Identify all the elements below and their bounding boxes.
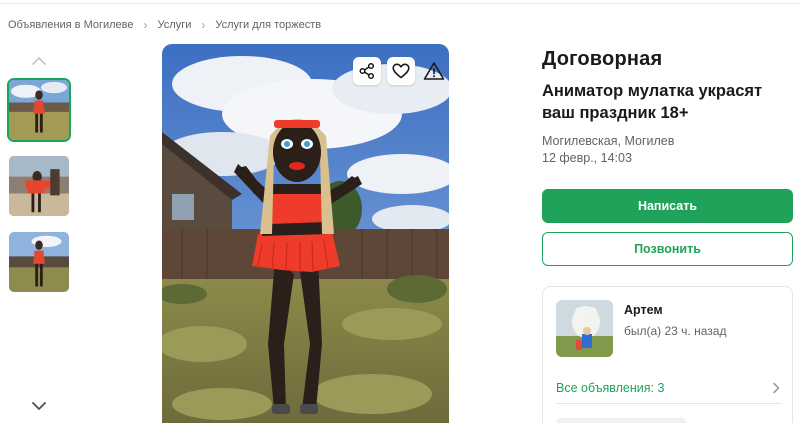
top-divider — [0, 0, 800, 4]
report-button[interactable] — [419, 57, 449, 85]
main-photo[interactable] — [162, 44, 449, 423]
thumbnail-1[interactable] — [7, 78, 71, 142]
share-icon — [359, 62, 375, 80]
favorite-button[interactable] — [387, 57, 415, 85]
write-message-button[interactable]: Написать — [542, 189, 793, 223]
all-ads-link[interactable]: Все объявления: 3 — [556, 372, 781, 404]
call-button[interactable]: Позвонить — [542, 232, 793, 266]
chevron-down-icon[interactable] — [28, 395, 50, 417]
placeholder-bar — [556, 418, 686, 423]
breadcrumb-item-event-services[interactable]: Услуги для торжеств — [215, 19, 321, 31]
seller-last-seen: был(а) 23 ч. назад — [624, 324, 727, 338]
share-button[interactable] — [353, 57, 381, 85]
photo-actions — [353, 57, 449, 85]
breadcrumb-item-services[interactable]: Услуги — [158, 19, 192, 31]
listing-date: 12 февр., 14:03 — [542, 151, 632, 165]
listing-title: Аниматор мулатка украсят ваш праздник 18… — [542, 82, 763, 122]
all-ads-label: Все объявления: 3 — [556, 380, 665, 395]
breadcrumb-item-ads-mogilev[interactable]: Объявления в Могилеве — [8, 19, 134, 31]
listing-price: Договорная — [542, 48, 663, 70]
breadcrumb: Объявления в Могилеве › Услуги › Услуги … — [8, 17, 321, 33]
breadcrumb-separator: › — [143, 18, 148, 32]
chevron-right-icon — [773, 382, 780, 393]
seller-card: Артем был(а) 23 ч. назад Все объявления:… — [542, 286, 793, 423]
listing-info: Договорная Аниматор мулатка украсят ваш … — [542, 46, 794, 167]
listing-location: Могилевская, Могилев — [542, 134, 675, 148]
listing-photo — [162, 44, 449, 423]
chevron-up-icon[interactable] — [28, 50, 50, 72]
breadcrumb-separator: › — [201, 18, 206, 32]
heart-icon — [392, 63, 410, 79]
thumbnail-3[interactable] — [7, 230, 71, 294]
seller-name[interactable]: Артем — [624, 303, 663, 317]
avatar[interactable] — [556, 300, 613, 357]
thumbnail-strip — [6, 48, 72, 423]
warning-triangle-icon — [423, 62, 445, 80]
thumbnail-2[interactable] — [7, 154, 71, 218]
